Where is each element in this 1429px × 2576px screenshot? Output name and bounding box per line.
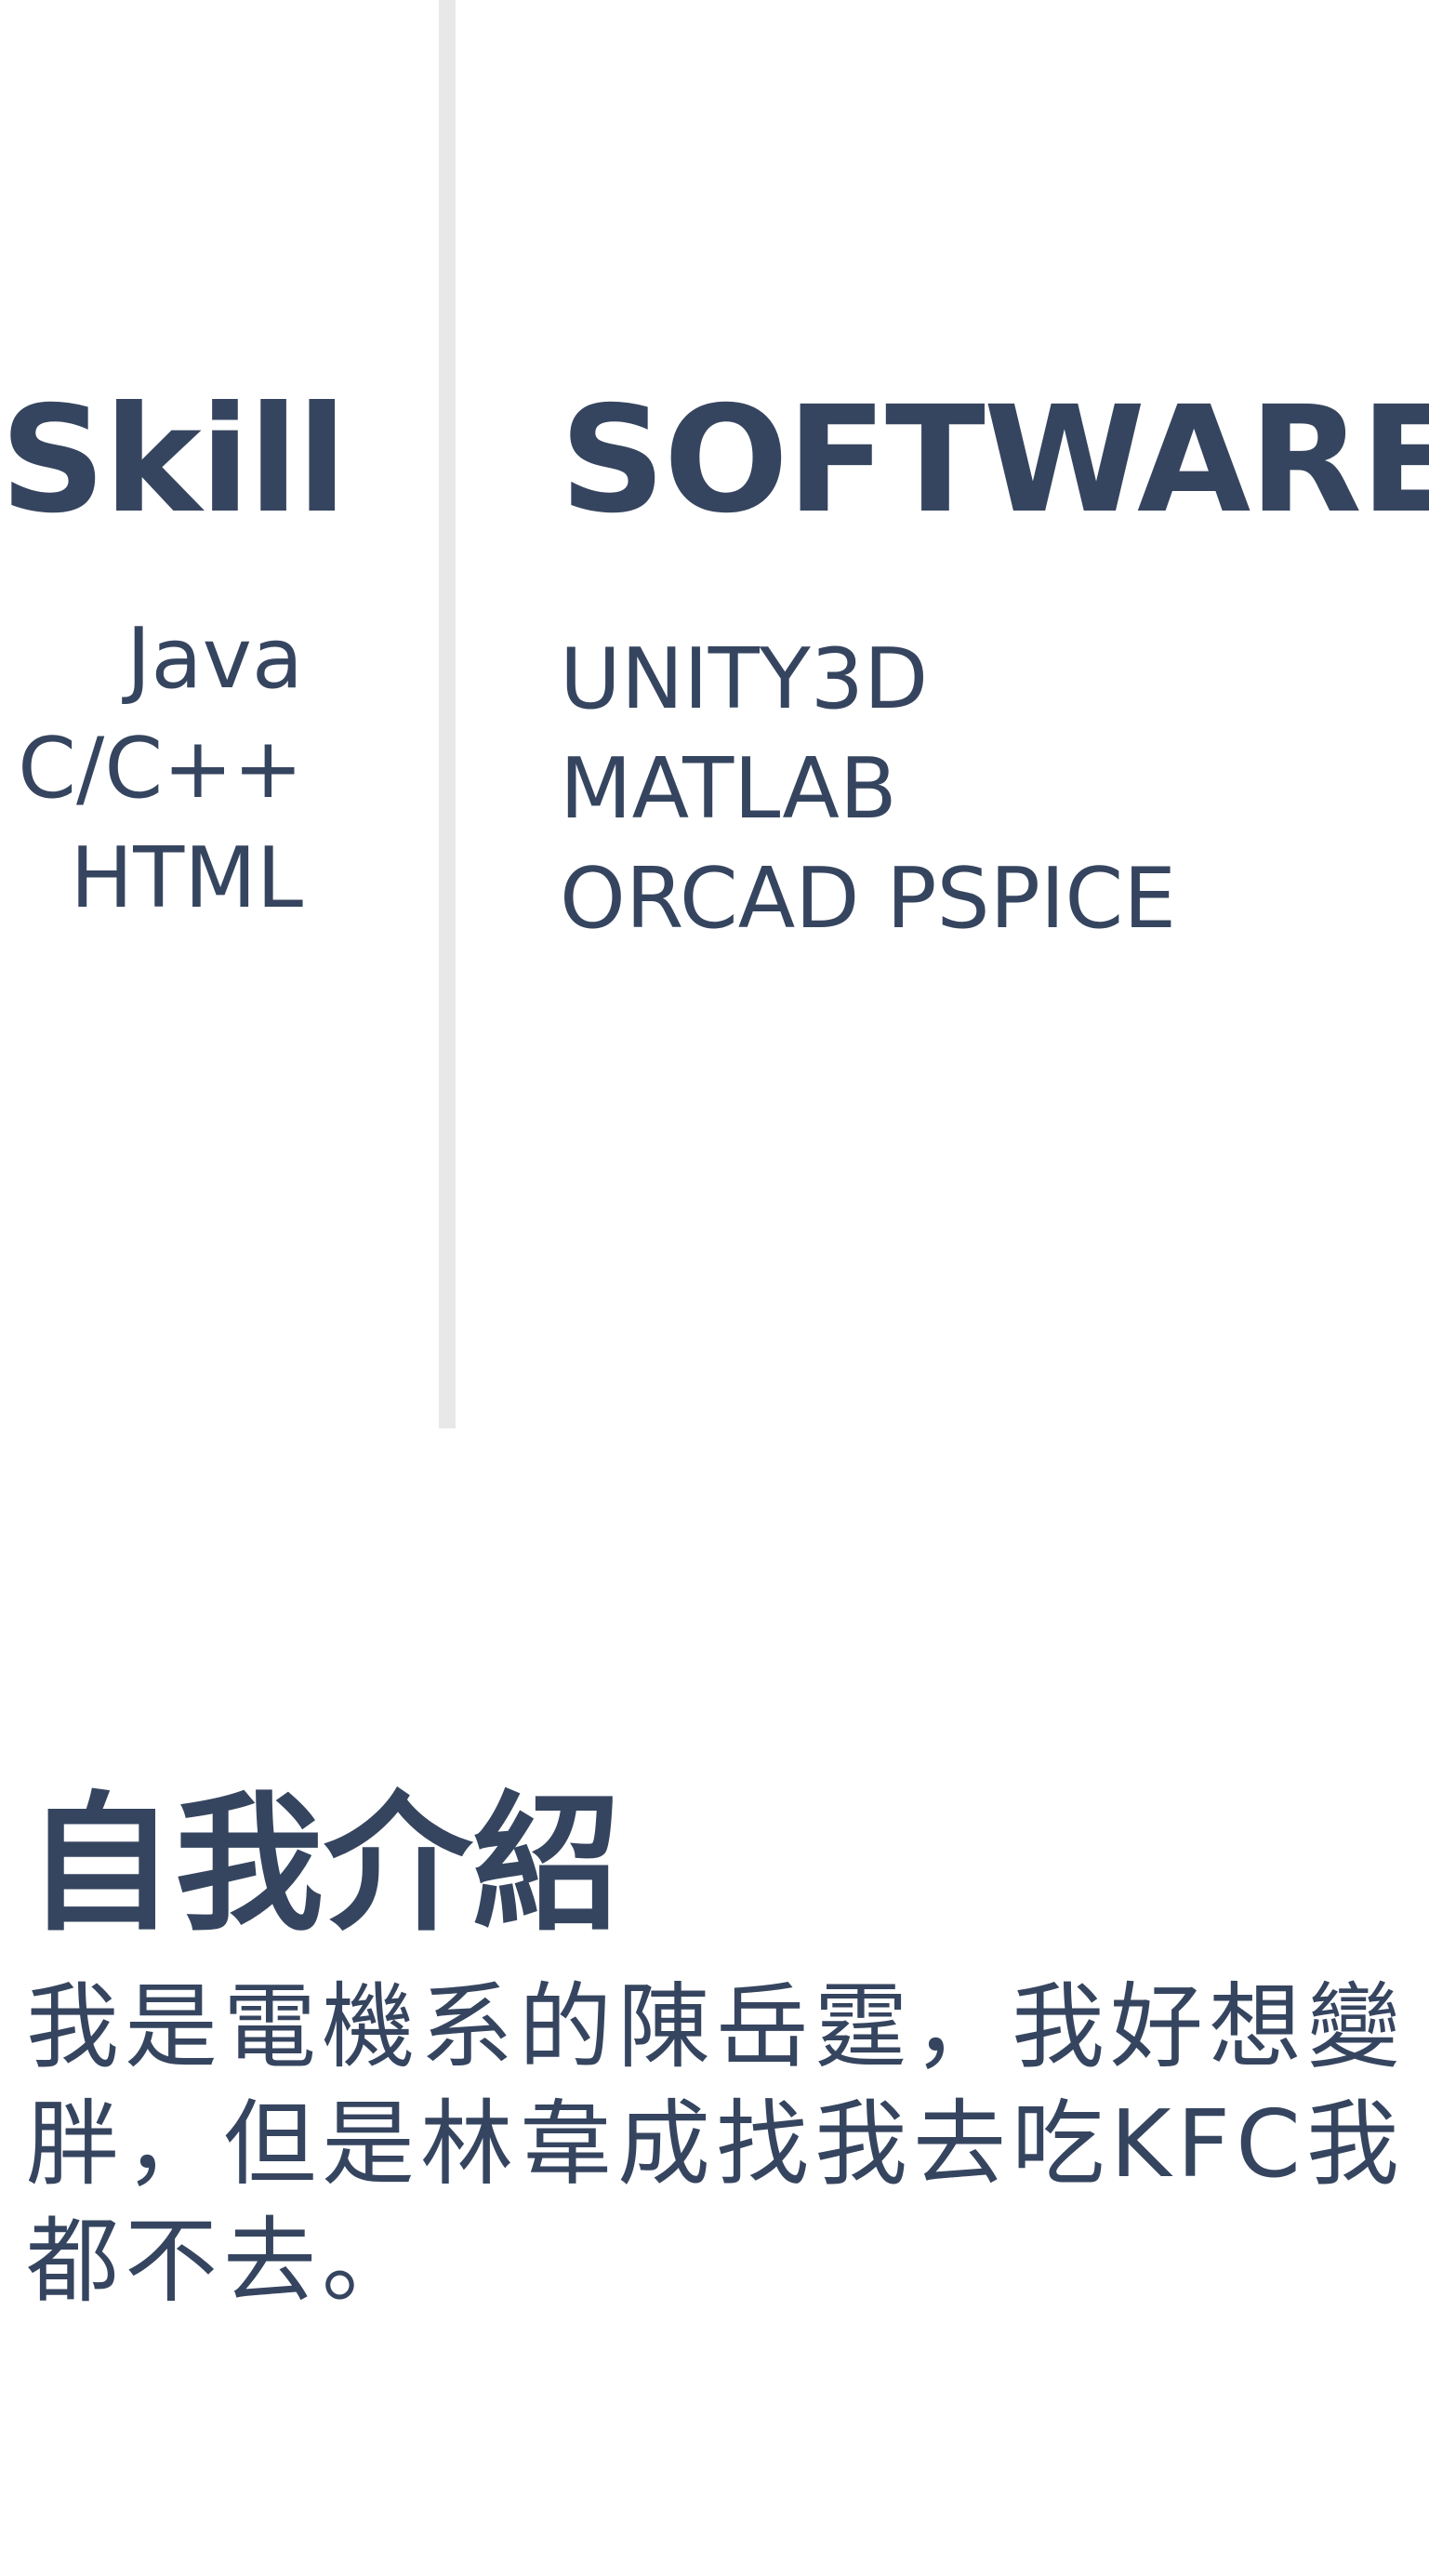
software-list: UNITY3D MATLAB ORCAD PSPICE [560,625,1415,954]
intro-title: 自我介紹 [26,1777,622,1951]
skill-item-c-cpp: C/C++ [18,720,303,817]
software-item-orcad-pspice: ORCAD PSPICE [560,850,1177,948]
software-section: SOFTWARE UNITY3D MATLAB ORCAD PSPICE [560,372,1429,954]
software-item-unity3d: UNITY3D [560,631,929,728]
skill-item-html: HTML [70,830,303,927]
skill-section: Skill Java C/C++ HTML [0,372,347,934]
intro-section: 自我介紹 我是電機系的陳岳霆，我好想變胖，但是林韋成找我去吃KFC我都不去。 [26,1772,1421,2320]
skill-heading: Skill [0,375,347,546]
software-heading: SOFTWARE [560,375,1429,546]
skill-list: Java C/C++ HTML [0,604,303,934]
skill-item-java: Java [126,610,303,708]
intro-paragraph: 我是電機系的陳岳霆，我好想變胖，但是林韋成找我去吃KFC我都不去。 [26,1972,1406,2316]
software-item-matlab: MATLAB [560,740,897,838]
vertical-divider [439,0,456,1428]
